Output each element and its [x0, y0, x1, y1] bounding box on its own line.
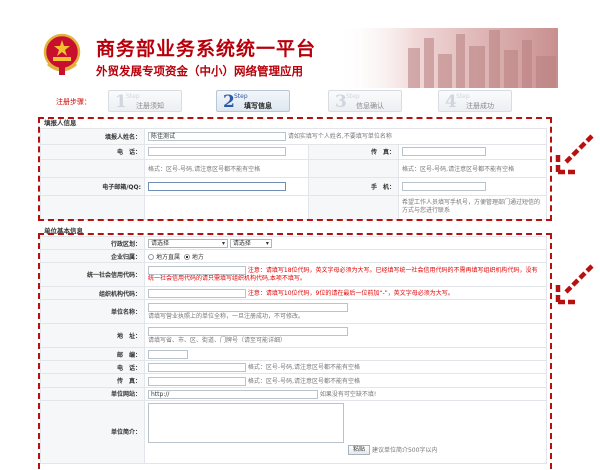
- step-2: 2 Step 填写信息: [216, 90, 290, 112]
- step-word: Step: [126, 93, 140, 100]
- step-word: Step: [456, 93, 470, 100]
- steps-label: 注册步骤：: [56, 98, 91, 106]
- page-title: 商务部业务系统统一平台: [96, 38, 317, 60]
- step-label: 填写信息: [244, 102, 272, 110]
- annotation-arrow-icon: [555, 134, 594, 175]
- page-subtitle: 外贸发展专项资金（中小）网络管理应用: [96, 64, 303, 78]
- step-4: 4 Step 注册成功: [438, 90, 512, 112]
- step-1: 1 Step 注册须知: [108, 90, 182, 112]
- city-skyline-banner: [338, 28, 558, 88]
- annotation-arrow-icon: [555, 264, 594, 305]
- contact-highlight-box: [38, 117, 552, 221]
- national-emblem-icon: [43, 33, 81, 75]
- app-header: 商务部业务系统统一平台 外贸发展专项资金（中小）网络管理应用: [38, 28, 558, 88]
- step-label: 注册成功: [466, 102, 494, 110]
- step-label: 信息确认: [356, 102, 384, 110]
- step-3: 3 Step 信息确认: [328, 90, 402, 112]
- step-label: 注册须知: [136, 102, 164, 110]
- step-word: Step: [234, 93, 248, 100]
- step-word: Step: [346, 93, 360, 100]
- registration-steps: 注册步骤： 1 Step 注册须知 2 Step 填写信息 3 Step 信息确…: [38, 88, 558, 114]
- unit-highlight-box: [38, 233, 552, 469]
